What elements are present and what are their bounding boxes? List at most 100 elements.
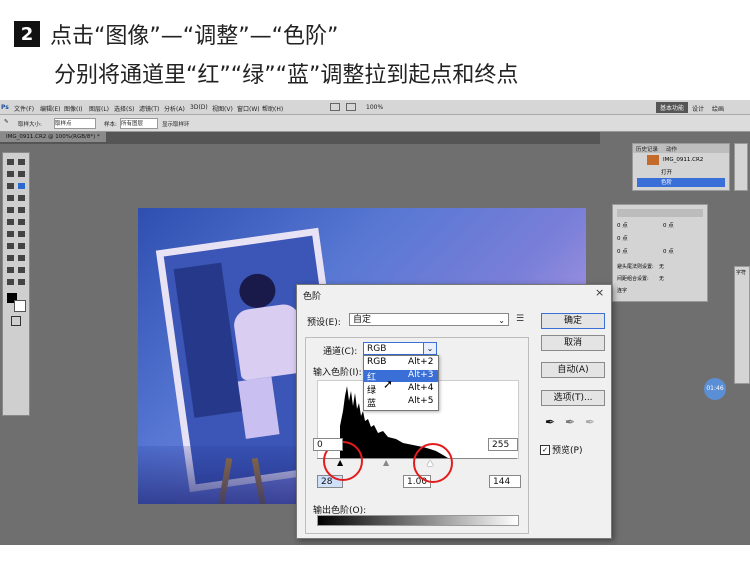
channel-select[interactable]: RGB ⌄ — [363, 342, 437, 355]
quick-mask-icon[interactable] — [11, 316, 21, 326]
path-select-icon[interactable] — [7, 255, 14, 261]
snapshot-thumbnail — [647, 155, 659, 165]
workspace-design[interactable]: 设计 — [692, 104, 704, 113]
dodge-tool-icon[interactable] — [18, 231, 25, 237]
shape-tool-icon[interactable] — [18, 255, 25, 261]
output-black-field[interactable]: 0 — [313, 438, 343, 451]
eraser-tool-icon[interactable] — [7, 219, 14, 225]
channel-chevron-icon[interactable]: ⌄ — [423, 343, 436, 354]
document-tab[interactable]: IMG_0911.CR2 @ 100%(RGB/8*) * — [0, 132, 106, 142]
preset-select[interactable]: 自定 ⌄ — [349, 313, 509, 326]
menu-edit[interactable]: 编辑(E) — [40, 104, 60, 113]
history-panel: 历史记录 动作 IMG_0911.CR2 打开 色阶 — [632, 143, 730, 191]
hyphenate-checkbox[interactable]: 连字 — [617, 287, 627, 294]
history-panel-tabs: 历史记录 动作 — [633, 144, 729, 153]
menu-image[interactable]: 图像(I) — [64, 104, 82, 113]
eyedropper-tool-active-icon[interactable] — [18, 183, 25, 189]
background-color-swatch[interactable] — [14, 300, 26, 312]
gamma-slider[interactable]: ▲ — [383, 458, 389, 467]
channel-option-rgb[interactable]: RGB Alt+2 — [364, 357, 438, 369]
3d-rotate-icon[interactable] — [7, 267, 14, 273]
space-before-field[interactable]: 0 点 — [617, 247, 628, 255]
wand-tool-icon[interactable] — [18, 171, 25, 177]
bookshelf — [173, 262, 243, 418]
menu-window[interactable]: 窗口(W) — [237, 104, 260, 113]
menu-bar: Ps 文件(F) 编辑(E) 图像(I) 图层(L) 选择(S) 滤镜(T) 分… — [0, 100, 750, 115]
preset-options-icon[interactable]: ☰ — [516, 314, 524, 324]
ps-logo: Ps — [1, 104, 9, 111]
sample-select[interactable]: 所有图层 — [120, 118, 158, 129]
tab-history[interactable]: 历史记录 — [636, 145, 658, 153]
workspace-paint[interactable]: 绘画 — [712, 104, 724, 113]
cancel-button[interactable]: 取消 — [541, 335, 605, 351]
heal-tool-icon[interactable] — [7, 195, 14, 201]
channel-label: 通道(C): — [323, 347, 358, 357]
lasso-tool-icon[interactable] — [7, 171, 14, 177]
history-brush-icon[interactable] — [18, 207, 25, 213]
kinsoku-value[interactable]: 无 — [659, 263, 664, 270]
white-eyedropper-icon[interactable]: ✒ — [585, 415, 595, 429]
crop-tool-icon[interactable] — [7, 183, 14, 189]
move-tool-icon[interactable] — [7, 159, 14, 165]
indent-right-field[interactable]: 0 点 — [663, 221, 674, 229]
snapshot-name[interactable]: IMG_0911.CR2 — [663, 157, 703, 163]
brush-tool-icon[interactable] — [18, 195, 25, 201]
paragraph-panel: 0 点 0 点 0 点 0 点 0 点 避头尾法则设置: 无 间距组合设置: 无… — [612, 204, 708, 302]
channel-option-green[interactable]: 绿 Alt+4 — [364, 383, 438, 396]
space-after-field[interactable]: 0 点 — [663, 247, 674, 255]
history-item-open[interactable]: 打开 — [637, 168, 725, 177]
mojikumi-value[interactable]: 无 — [659, 275, 664, 282]
input-white-field[interactable]: 144 — [489, 475, 521, 488]
preview-checkbox[interactable]: ✓ — [540, 445, 550, 455]
options-bar: ✎ 取样大小: 取样点 样本: 所有图层 显示取样环 — [0, 115, 750, 132]
kinsoku-label: 避头尾法则设置: — [617, 264, 654, 270]
menu-file[interactable]: 文件(F) — [14, 104, 34, 113]
options-button[interactable]: 选项(T)... — [541, 390, 605, 406]
menu-3d[interactable]: 3D(D) — [190, 104, 208, 111]
close-icon[interactable]: × — [595, 286, 604, 299]
levels-dialog-title: 色阶 — [303, 292, 322, 302]
pen-tool-icon[interactable] — [7, 243, 14, 249]
black-eyedropper-icon[interactable]: ✒ — [545, 415, 555, 429]
menu-view[interactable]: 视图(V) — [212, 104, 233, 113]
indent-left-field[interactable]: 0 点 — [617, 221, 628, 229]
eyedropper-tool-icon[interactable]: ✎ — [4, 119, 9, 125]
menu-filter[interactable]: 滤镜(T) — [139, 104, 159, 113]
character-panel-label[interactable]: 字符 — [736, 269, 746, 276]
ok-button[interactable]: 确定 — [541, 313, 605, 329]
hand-icon[interactable] — [346, 103, 356, 111]
input-levels-label: 输入色阶(I): — [313, 368, 362, 378]
blur-tool-icon[interactable] — [7, 231, 14, 237]
indent-first-field[interactable]: 0 点 — [617, 234, 628, 242]
align-buttons-row[interactable] — [617, 209, 703, 217]
marquee-tool-icon[interactable] — [18, 159, 25, 165]
sample-size-select[interactable]: 取样点 — [54, 118, 96, 129]
channel-option-red[interactable]: 红 Alt+3 — [364, 370, 438, 383]
type-tool-icon[interactable] — [18, 243, 25, 249]
menu-layer[interactable]: 图层(L) — [89, 104, 109, 113]
gray-eyedropper-icon[interactable]: ✒ — [565, 415, 575, 429]
output-gradient — [317, 515, 519, 526]
frame-icon[interactable] — [330, 103, 340, 111]
tab-actions[interactable]: 动作 — [666, 145, 677, 153]
zoom-tool-icon[interactable] — [18, 279, 25, 285]
hand-tool-icon[interactable] — [7, 279, 14, 285]
chevron-down-icon: ⌄ — [498, 316, 505, 325]
stamp-tool-icon[interactable] — [7, 207, 14, 213]
history-item-levels[interactable]: 色阶 — [637, 178, 725, 187]
girl-head — [237, 271, 278, 311]
gradient-tool-icon[interactable] — [18, 219, 25, 225]
menu-select[interactable]: 选择(S) — [114, 104, 135, 113]
show-ring-checkbox[interactable]: 显示取样环 — [162, 120, 190, 128]
timer-badge: 01:46 — [704, 378, 726, 400]
workspace-button[interactable]: 基本功能 — [656, 102, 689, 113]
menu-analysis[interactable]: 分析(A) — [164, 104, 185, 113]
sample-size-label: 取样大小: — [18, 122, 42, 128]
output-white-field[interactable]: 255 — [488, 438, 518, 451]
auto-button[interactable]: 自动(A) — [541, 362, 605, 378]
3d-camera-icon[interactable] — [18, 267, 25, 273]
menu-help[interactable]: 帮助(H) — [262, 104, 283, 113]
character-panel-strip: 字符 — [734, 266, 750, 384]
panel-icon-strip-top — [734, 143, 748, 191]
channel-option-blue[interactable]: 蓝 Alt+5 — [364, 396, 438, 409]
